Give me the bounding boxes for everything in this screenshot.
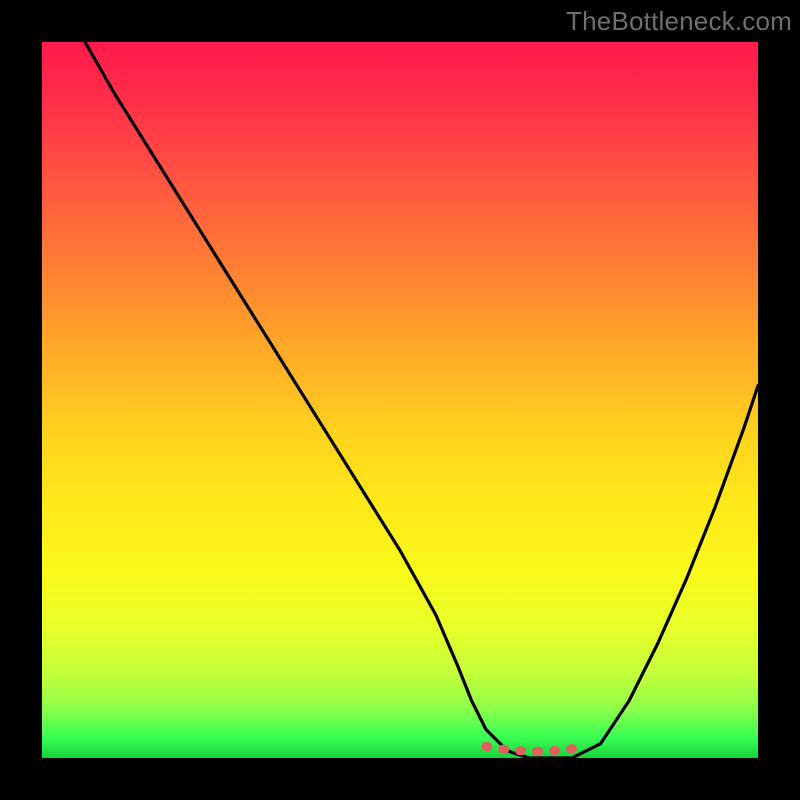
plot-area [42, 42, 758, 758]
curve-layer [42, 42, 758, 758]
chart-frame: TheBottleneck.com [0, 0, 800, 800]
watermark-text: TheBottleneck.com [566, 6, 792, 37]
bottleneck-curve [85, 42, 758, 758]
flat-region-marker [486, 746, 586, 751]
